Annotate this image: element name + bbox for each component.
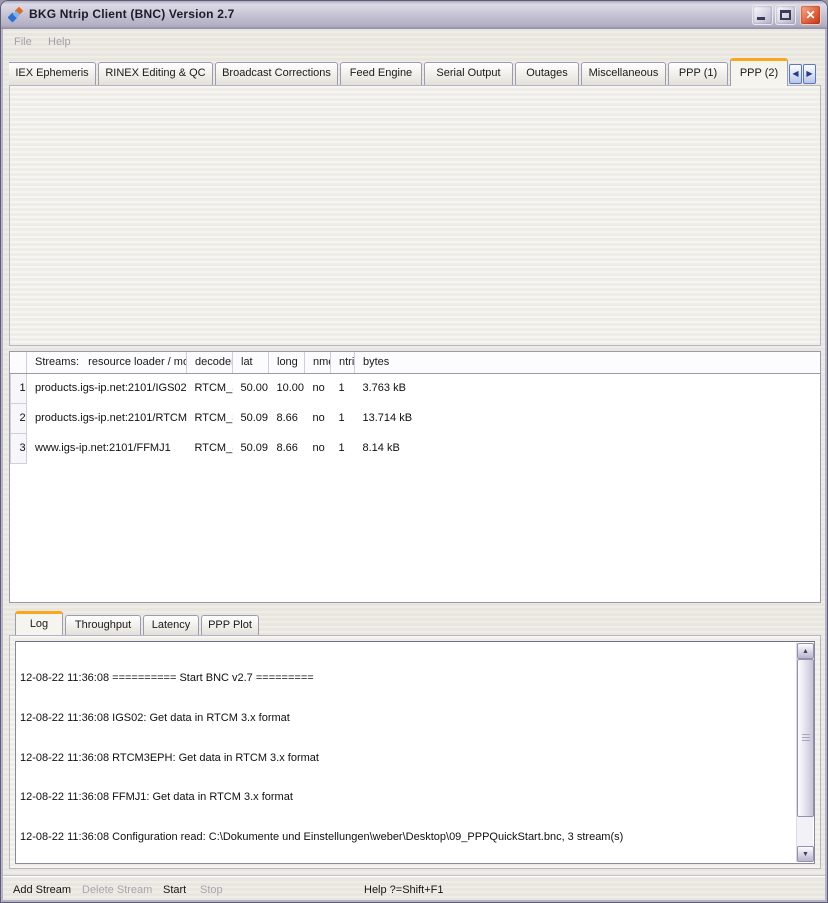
streams-header-long: long (269, 352, 305, 373)
stream-lat[interactable]: 50.00 (233, 373, 269, 403)
scrollbar-thumb[interactable] (797, 659, 814, 817)
tab-outages[interactable]: Outages (515, 62, 579, 85)
streams-table: Streams: resource loader / mountpoint de… (9, 351, 821, 603)
tab-scroll-left-button[interactable]: ◀ (789, 64, 802, 84)
arrow-down-icon: ▼ (802, 851, 809, 858)
stream-bytes[interactable]: 3.763 kB (355, 373, 821, 403)
ppp2-panel (9, 85, 821, 346)
maximize-icon (780, 10, 791, 20)
stream-decoder[interactable]: RTCM_3.0 (187, 373, 233, 403)
tab-ppp-1[interactable]: PPP (1) (668, 62, 728, 85)
stream-bytes[interactable]: 8.14 kB (355, 433, 821, 463)
start-button[interactable]: Start (163, 884, 186, 896)
streams-header-nmea: nmea (305, 352, 331, 373)
table-row[interactable]: 1 products.igs-ip.net:2101/IGS02 RTCM_3.… (11, 373, 821, 403)
streams-header-gutter (11, 352, 27, 373)
log-line: 12-08-22 11:36:08 ========== Start BNC v… (20, 672, 793, 685)
row-number: 1 (11, 373, 27, 403)
tab-miscellaneous[interactable]: Miscellaneous (581, 62, 666, 85)
stream-ntrip[interactable]: 1 (331, 433, 355, 463)
streams-header-ntrip: ntrip (331, 352, 355, 373)
menu-bar: File Help (4, 30, 826, 56)
scroll-down-button[interactable]: ▼ (797, 846, 814, 862)
title-bar[interactable]: BKG Ntrip Client (BNC) Version 2.7 ✕ (1, 1, 828, 29)
menu-file[interactable]: File (14, 36, 32, 48)
log-line: 12-08-22 11:36:08 FFMJ1: Get data in RTC… (20, 791, 793, 804)
app-window: BKG Ntrip Client (BNC) Version 2.7 ✕ Fil… (0, 0, 828, 903)
stream-nmea[interactable]: no (305, 403, 331, 433)
log-line: 12-08-22 11:36:08 RTCM3EPH: Get data in … (20, 752, 793, 765)
streams-header-row: Streams: resource loader / mountpoint de… (11, 352, 821, 373)
stream-ntrip[interactable]: 1 (331, 403, 355, 433)
stream-nmea[interactable]: no (305, 373, 331, 403)
log-output: 12-08-22 11:36:08 ========== Start BNC v… (15, 641, 815, 864)
streams-header-mountpoint: Streams: resource loader / mountpoint (27, 352, 187, 373)
app-icon (8, 7, 24, 23)
stream-bytes[interactable]: 13.714 kB (355, 403, 821, 433)
log-line: 12-08-22 11:36:08 Configuration read: C:… (20, 831, 793, 844)
tab-serial-output[interactable]: Serial Output (424, 62, 513, 85)
stream-mountpoint[interactable]: products.igs-ip.net:2101/IGS02 (27, 373, 187, 403)
streams-header-decoder: decoder (187, 352, 233, 373)
table-row[interactable]: 2 products.igs-ip.net:2101/RTCM3EPH RTCM… (11, 403, 821, 433)
log-panel: 12-08-22 11:36:08 ========== Start BNC v… (9, 635, 821, 869)
row-number: 2 (11, 403, 27, 433)
tab-latency[interactable]: Latency (143, 615, 199, 635)
tab-feed-engine[interactable]: Feed Engine (340, 62, 422, 85)
close-button[interactable]: ✕ (800, 5, 821, 25)
tab-rinex-ephemeris[interactable]: IEX Ephemeris (9, 62, 96, 85)
tab-throughput[interactable]: Throughput (65, 615, 141, 635)
stream-lat[interactable]: 50.09 (233, 403, 269, 433)
delete-stream-button[interactable]: Delete Stream (82, 884, 152, 896)
tab-ppp-plot[interactable]: PPP Plot (201, 615, 259, 635)
status-bar: Add Stream Delete Stream Start Stop Help… (1, 875, 828, 903)
stream-nmea[interactable]: no (305, 433, 331, 463)
tab-rinex-editing-qc[interactable]: RINEX Editing & QC (98, 62, 213, 85)
tab-broadcast-corrections[interactable]: Broadcast Corrections (215, 62, 338, 85)
minimize-icon (757, 17, 765, 20)
arrow-right-icon: ▶ (806, 69, 812, 78)
log-scrollbar[interactable]: ▲ ▼ (796, 643, 813, 862)
table-row[interactable]: 3 www.igs-ip.net:2101/FFMJ1 RTCM_3.0 50.… (11, 433, 821, 463)
menu-help[interactable]: Help (48, 36, 71, 48)
streams-header-lat: lat (233, 352, 269, 373)
window-title: BKG Ntrip Client (BNC) Version 2.7 (29, 7, 235, 21)
scroll-up-button[interactable]: ▲ (797, 643, 814, 659)
stream-ntrip[interactable]: 1 (331, 373, 355, 403)
stop-button[interactable]: Stop (200, 884, 223, 896)
stream-long[interactable]: 10.00 (269, 373, 305, 403)
stream-decoder[interactable]: RTCM_3 (187, 403, 233, 433)
streams-header-bytes: bytes (355, 352, 821, 373)
tab-scroll-right-button[interactable]: ▶ (803, 64, 816, 84)
stream-long[interactable]: 8.66 (269, 403, 305, 433)
log-line: 12-08-22 11:36:08 IGS02: Get data in RTC… (20, 712, 793, 725)
log-text: 12-08-22 11:36:08 ========== Start BNC v… (20, 646, 793, 861)
stream-mountpoint[interactable]: www.igs-ip.net:2101/FFMJ1 (27, 433, 187, 463)
tab-ppp-2[interactable]: PPP (2) (730, 58, 788, 86)
stream-mountpoint[interactable]: products.igs-ip.net:2101/RTCM3EPH (27, 403, 187, 433)
help-shortcut-label: Help ?=Shift+F1 (364, 884, 444, 896)
scrollbar-grip-icon (802, 734, 810, 742)
arrow-up-icon: ▲ (802, 648, 809, 655)
add-stream-button[interactable]: Add Stream (13, 884, 71, 896)
stream-lat[interactable]: 50.09 (233, 433, 269, 463)
tab-log[interactable]: Log (15, 611, 63, 635)
minimize-button[interactable] (752, 5, 773, 25)
row-number: 3 (11, 433, 27, 463)
stream-decoder[interactable]: RTCM_3.0 (187, 433, 233, 463)
maximize-button[interactable] (775, 5, 796, 25)
arrow-left-icon: ◀ (792, 69, 798, 78)
stream-long[interactable]: 8.66 (269, 433, 305, 463)
close-icon: ✕ (801, 7, 820, 24)
